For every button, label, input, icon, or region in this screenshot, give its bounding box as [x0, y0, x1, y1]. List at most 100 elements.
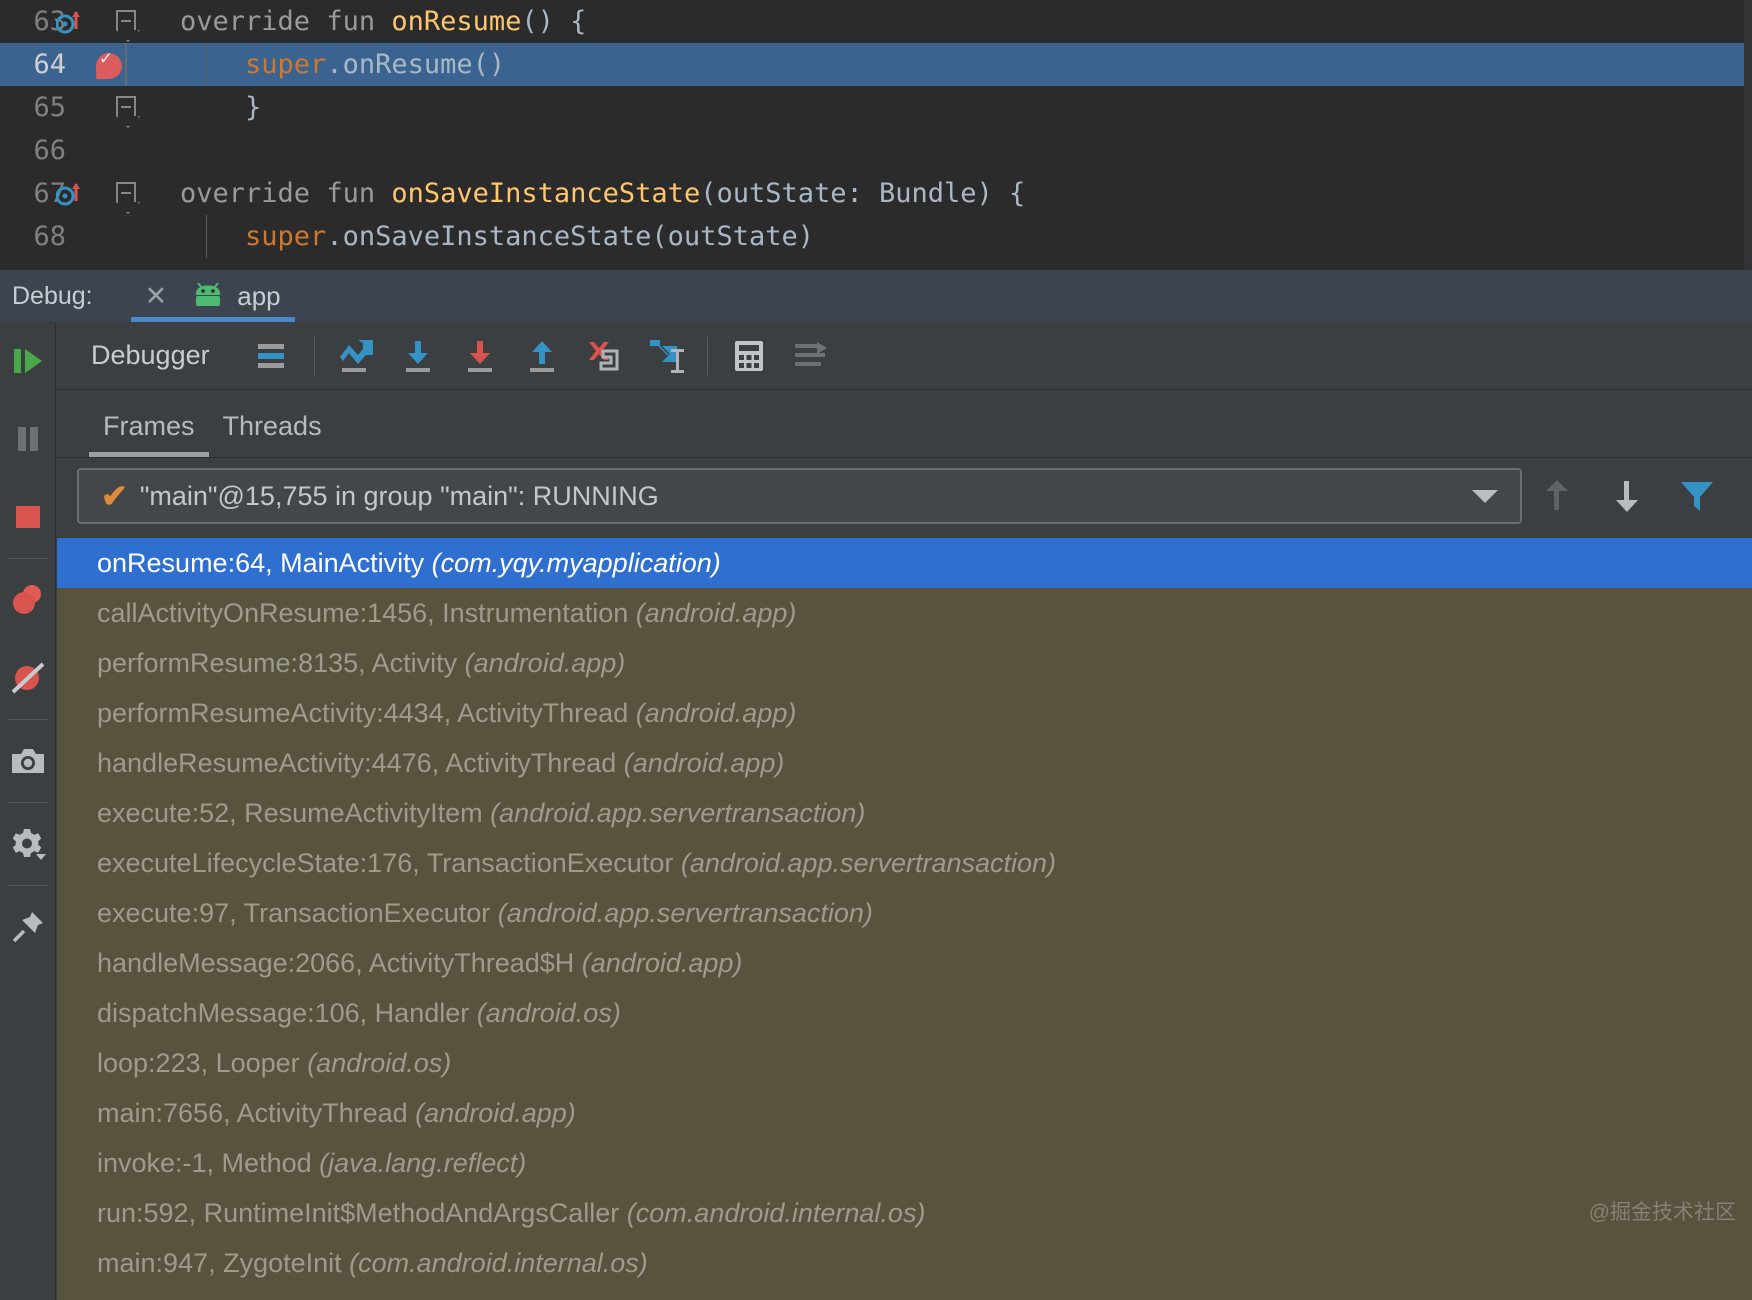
- frame-row[interactable]: execute:97, TransactionExecutor (android…: [57, 888, 1752, 938]
- code-line[interactable]: 63 override fun onResume() {: [0, 0, 1752, 43]
- frame-down-button[interactable]: [1592, 461, 1662, 531]
- close-icon[interactable]: ✕: [145, 282, 168, 310]
- settings-button[interactable]: [0, 805, 56, 883]
- frame-row[interactable]: main:947, ZygoteInit (com.android.intern…: [57, 1238, 1752, 1288]
- pin-icon: [12, 912, 43, 943]
- code-line[interactable]: 68 super.onSaveInstanceState(outState): [0, 215, 1752, 258]
- screenshot-button[interactable]: [0, 722, 56, 800]
- tab-threads[interactable]: Threads: [209, 395, 336, 457]
- debug-sidebar: [0, 322, 56, 1300]
- code-line[interactable]: 65 }: [0, 86, 1752, 129]
- fold-region-bar: [125, 43, 127, 86]
- editor-lines: 63 override fun onResume() {64 ✓ super.onR…: [0, 0, 1752, 258]
- code-token: onSaveInstanceState: [391, 178, 701, 209]
- fold-column[interactable]: [112, 129, 144, 172]
- debugger-tabs: Frames Threads: [57, 390, 1752, 458]
- frame-method: run:592, RuntimeInit$MethodAndArgsCaller: [97, 1198, 627, 1228]
- code-token: (outState: Bundle) {: [700, 178, 1026, 209]
- show-execution-point-button[interactable]: [242, 322, 304, 390]
- frame-row[interactable]: run:592, RuntimeInit$MethodAndArgsCaller…: [57, 1188, 1752, 1238]
- code-token: super: [245, 221, 327, 252]
- frame-row[interactable]: performResumeActivity:4434, ActivityThre…: [57, 688, 1752, 738]
- fold-column[interactable]: [112, 43, 144, 86]
- frame-row[interactable]: callActivityOnResume:1456, Instrumentati…: [57, 588, 1752, 638]
- frame-row[interactable]: execute:52, ResumeActivityItem (android.…: [57, 788, 1752, 838]
- frame-package: (android.app): [635, 698, 797, 728]
- debug-session-tab-app[interactable]: ✕ app: [130, 270, 295, 322]
- frame-row[interactable]: handleMessage:2066, ActivityThread$H (an…: [57, 938, 1752, 988]
- run-to-cursor-button[interactable]: [635, 322, 697, 390]
- run-method-icon[interactable]: [56, 9, 82, 35]
- debugger-title: Debugger: [91, 340, 210, 370]
- fold-collapse-icon[interactable]: [116, 10, 136, 30]
- frames-list[interactable]: onResume:64, MainActivity (com.yqy.myapp…: [57, 538, 1752, 1300]
- gutter-icons[interactable]: ✓: [52, 43, 123, 86]
- code-token: fun: [326, 178, 392, 209]
- pin-button[interactable]: [0, 888, 56, 966]
- code-text: }: [180, 86, 261, 129]
- android-icon: [191, 282, 225, 309]
- thread-selector[interactable]: ✔ "main"@15,755 in group "main": RUNNING: [77, 468, 1522, 524]
- gutter-icons[interactable]: [52, 86, 108, 129]
- pause-program-button[interactable]: [0, 400, 56, 478]
- frame-method: main:7656, ActivityThread: [97, 1098, 416, 1128]
- debug-label: Debug:: [12, 281, 93, 310]
- frame-up-button[interactable]: [1522, 461, 1592, 531]
- view-breakpoints-button[interactable]: [0, 561, 56, 639]
- resume-program-button[interactable]: [0, 322, 56, 400]
- code-token: override: [180, 6, 327, 37]
- code-token: override: [180, 178, 327, 209]
- frame-row[interactable]: loop:223, Looper (android.os): [57, 1038, 1752, 1088]
- calculator-icon: [734, 340, 763, 371]
- editor-scrollbar[interactable]: [1744, 0, 1752, 270]
- gutter-icons[interactable]: [52, 215, 108, 258]
- fold-end-icon[interactable]: [116, 96, 136, 116]
- code-line[interactable]: 66: [0, 129, 1752, 172]
- frame-row[interactable]: dispatchMessage:106, Handler (android.os…: [57, 988, 1752, 1038]
- frame-row[interactable]: executeLifecycleState:176, TransactionEx…: [57, 838, 1752, 888]
- arrow-up-icon: [1546, 480, 1568, 510]
- tab-frames-label: Frames: [103, 410, 195, 441]
- frame-row[interactable]: main:7656, ActivityThread (android.app): [57, 1088, 1752, 1138]
- breakpoints-icon: [13, 585, 41, 614]
- frame-row[interactable]: performResume:8135, Activity (android.ap…: [57, 638, 1752, 688]
- frame-row[interactable]: invoke:-1, Method (java.lang.reflect): [57, 1138, 1752, 1188]
- fold-collapse-icon[interactable]: [116, 182, 136, 202]
- stop-program-button[interactable]: [0, 478, 56, 556]
- code-text: super.onResume(): [180, 43, 505, 86]
- frame-row[interactable]: handleResumeActivity:4476, ActivityThrea…: [57, 738, 1752, 788]
- code-token: .onSaveInstanceState(outState): [326, 221, 814, 252]
- pause-icon: [18, 427, 38, 451]
- frame-package: (android.app): [623, 748, 785, 778]
- fold-column[interactable]: [112, 172, 144, 215]
- run-method-icon[interactable]: [56, 181, 82, 207]
- layout-settings-button[interactable]: [780, 322, 842, 390]
- step-over-button[interactable]: [325, 322, 387, 390]
- step-out-button[interactable]: [511, 322, 573, 390]
- frame-method: main:947, ZygoteInit: [97, 1248, 350, 1278]
- code-line[interactable]: 64 ✓ super.onResume(): [0, 43, 1752, 86]
- chevron-down-icon[interactable]: [1472, 489, 1498, 503]
- evaluate-expression-button[interactable]: [718, 322, 780, 390]
- fold-column[interactable]: [112, 215, 144, 258]
- tab-frames[interactable]: Frames: [89, 395, 209, 457]
- fold-column[interactable]: [112, 86, 144, 129]
- frame-method: execute:97, TransactionExecutor: [97, 898, 498, 928]
- filter-frames-button[interactable]: [1662, 461, 1732, 531]
- breakpoint-hit-check-icon: ✓: [100, 47, 112, 69]
- frame-package: (android.os): [476, 998, 621, 1028]
- stop-icon: [16, 506, 40, 528]
- tab-threads-label: Threads: [222, 410, 322, 441]
- gutter-icons[interactable]: [52, 0, 108, 43]
- force-step-into-button[interactable]: [449, 322, 511, 390]
- code-editor[interactable]: 63 override fun onResume() {64 ✓ super.onR…: [0, 0, 1752, 270]
- mute-breakpoints-button[interactable]: [0, 639, 56, 717]
- code-text: super.onSaveInstanceState(outState): [180, 215, 814, 258]
- gutter-icons[interactable]: [52, 172, 108, 215]
- fold-column[interactable]: [112, 0, 144, 43]
- code-line[interactable]: 67 override fun onSaveInstanceState(outSt…: [0, 172, 1752, 215]
- drop-frame-button[interactable]: [573, 322, 635, 390]
- frame-row[interactable]: onResume:64, MainActivity (com.yqy.myapp…: [57, 538, 1752, 588]
- gutter-icons[interactable]: [52, 129, 108, 172]
- step-into-button[interactable]: [387, 322, 449, 390]
